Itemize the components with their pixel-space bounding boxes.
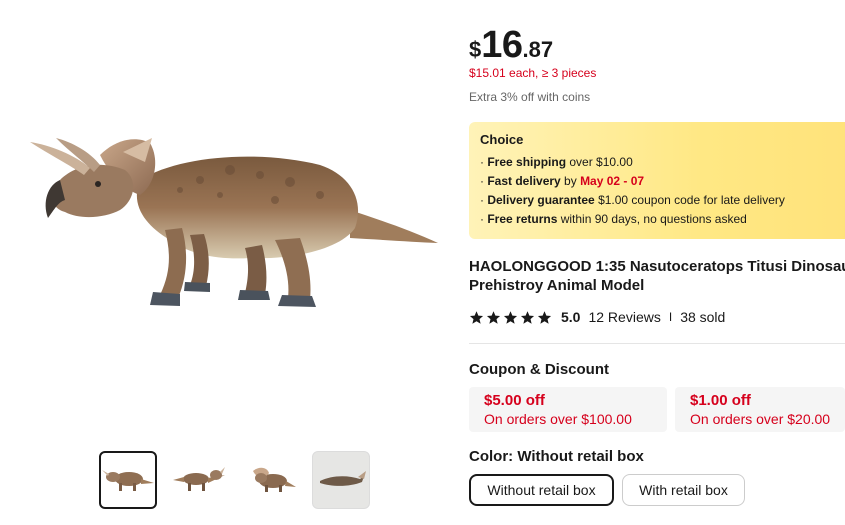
benefit-detail: $1.00 coupon code for late delivery bbox=[594, 193, 785, 207]
color-option-with-retail-box[interactable]: With retail box bbox=[622, 474, 745, 506]
price-integer: 16 bbox=[481, 24, 523, 66]
thumbnail-4[interactable] bbox=[312, 451, 370, 509]
star-rating bbox=[469, 310, 552, 325]
product-gallery bbox=[0, 0, 460, 525]
benefit-label: Delivery guarantee bbox=[487, 193, 595, 207]
product-title: HAOLONGGOOD 1:35 Nasutoceratops Titusi D… bbox=[469, 257, 845, 295]
benefit-label: Fast delivery bbox=[487, 174, 561, 188]
price-currency: $ bbox=[469, 37, 482, 62]
choice-title: Choice bbox=[480, 132, 524, 147]
divider bbox=[469, 343, 845, 344]
dinosaur-thumb-image bbox=[253, 467, 296, 492]
benefit-detail: within 90 days, no questions asked bbox=[557, 212, 747, 226]
bullet: · bbox=[480, 155, 484, 169]
coupon-amount: $1.00 off bbox=[690, 392, 751, 409]
thumbnail-3[interactable] bbox=[241, 451, 299, 509]
benefit-detail: by bbox=[560, 174, 581, 188]
choice-benefits-box[interactable]: Choice · Free shipping over $10.00 · Fas… bbox=[469, 122, 845, 239]
color-heading: Color: Without retail box bbox=[469, 448, 644, 465]
benefit-label: Free returns bbox=[487, 212, 558, 226]
bullet: · bbox=[480, 212, 484, 226]
benefit-detail: over $10.00 bbox=[566, 155, 633, 169]
rating-score: 5.0 bbox=[561, 309, 581, 325]
rating-separator: I bbox=[668, 310, 673, 324]
star-icon bbox=[520, 310, 535, 324]
coupon-amount: $5.00 off bbox=[484, 392, 545, 409]
star-icon bbox=[486, 310, 501, 324]
main-product-image[interactable] bbox=[20, 110, 450, 330]
benefit-free-shipping: · Free shipping over $10.00 bbox=[480, 155, 845, 174]
thumbnail-1[interactable] bbox=[99, 451, 157, 509]
delivery-dates: May 02 - 07 bbox=[580, 174, 645, 188]
thumbnail-strip bbox=[99, 451, 383, 509]
coupon-heading: Coupon & Discount bbox=[469, 361, 609, 378]
reviews-link[interactable]: 12 Reviews bbox=[588, 309, 660, 325]
benefit-label: Free shipping bbox=[487, 155, 567, 169]
dinosaur-thumb-image bbox=[173, 467, 225, 491]
dinosaur-thumb-image bbox=[102, 470, 154, 491]
color-option-without-retail-box[interactable]: Without retail box bbox=[469, 474, 614, 506]
coins-note: Extra 3% off with coins bbox=[469, 90, 591, 104]
star-icon bbox=[469, 310, 484, 324]
dinosaur-figure-image bbox=[30, 138, 438, 307]
price-decimal: .87 bbox=[522, 37, 554, 62]
bullet: · bbox=[480, 193, 484, 207]
product-title-line-2: Prehistroy Animal Model bbox=[469, 277, 645, 294]
benefit-free-returns: · Free returns within 90 days, no questi… bbox=[480, 212, 845, 231]
coupon-condition: On orders over $20.00 bbox=[690, 411, 831, 427]
coupon-condition: On orders over $100.00 bbox=[484, 411, 632, 427]
star-icon bbox=[503, 310, 518, 324]
benefit-fast-delivery: · Fast delivery by May 02 - 07 bbox=[480, 174, 845, 193]
bulk-price: $15.01 each, ≥ 3 pieces bbox=[469, 66, 597, 80]
product-title-line-1: HAOLONGGOOD 1:35 Nasutoceratops Titusi D… bbox=[469, 258, 845, 275]
thumbnail-2[interactable] bbox=[170, 451, 228, 509]
star-icon bbox=[537, 310, 552, 324]
bullet: · bbox=[480, 174, 484, 188]
sold-count: 38 sold bbox=[680, 309, 726, 325]
price: $16.87 bbox=[469, 24, 553, 67]
dinosaur-thumb-image bbox=[320, 471, 366, 486]
coupon-card[interactable]: $5.00 off On orders over $100.00 bbox=[469, 387, 667, 432]
coupon-card[interactable]: $1.00 off On orders over $20.00 bbox=[675, 387, 845, 432]
rating-row: 5.0 12 Reviews I 38 sold bbox=[469, 309, 725, 325]
product-info-panel: $16.87 $15.01 each, ≥ 3 pieces Extra 3% … bbox=[469, 0, 845, 525]
benefit-delivery-guarantee: · Delivery guarantee $1.00 coupon code f… bbox=[480, 193, 845, 212]
